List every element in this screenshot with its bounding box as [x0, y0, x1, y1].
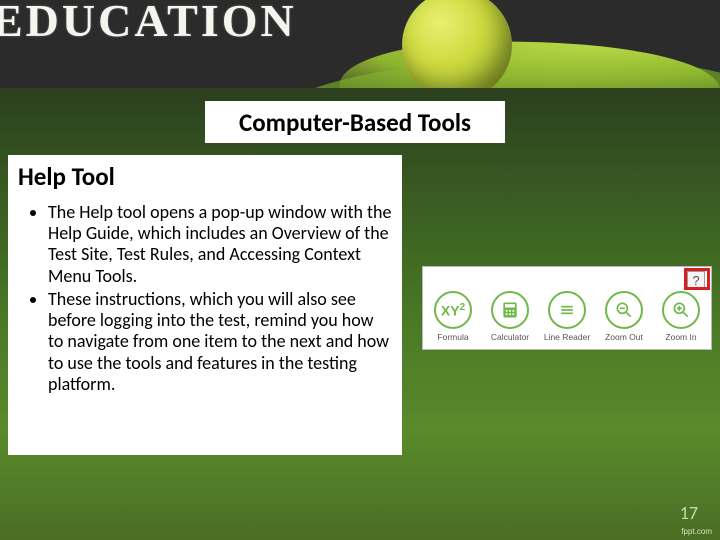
- tool-zoom-out[interactable]: Zoom Out: [600, 291, 648, 342]
- tool-linereader[interactable]: Line Reader: [543, 291, 591, 342]
- banner-swoosh-front: [339, 33, 720, 88]
- tool-label: Line Reader: [544, 332, 590, 342]
- banner-chalk-text: EDUCATION: [0, 0, 297, 47]
- tool-label: Zoom Out: [605, 332, 643, 342]
- page-number: 17: [680, 502, 698, 524]
- tool-label: Zoom In: [665, 332, 696, 342]
- footer-credit: fppt.com: [681, 527, 712, 536]
- slide-title: Computer-Based Tools: [239, 107, 471, 138]
- bullet-item: The Help tool opens a pop-up window with…: [48, 202, 392, 287]
- bullet-list: The Help tool opens a pop-up window with…: [18, 202, 392, 395]
- bullet-item: These instructions, which you will also …: [48, 289, 392, 395]
- zoom-in-icon: [662, 291, 700, 329]
- section-subheading: Help Tool: [18, 161, 392, 192]
- calculator-icon: [491, 291, 529, 329]
- toolbar-screenshot: ? XY2 Formula Calculator Line Reader Zoo…: [422, 266, 712, 350]
- tool-label: Formula: [437, 332, 468, 342]
- line-reader-icon: [548, 291, 586, 329]
- slide-title-box: Computer-Based Tools: [205, 101, 505, 143]
- slide-banner: EDUCATION: [0, 0, 720, 88]
- formula-icon: XY2: [434, 291, 472, 329]
- tool-label: Calculator: [491, 332, 529, 342]
- tool-calculator[interactable]: Calculator: [486, 291, 534, 342]
- tool-formula[interactable]: XY2 Formula: [429, 291, 477, 342]
- tool-zoom-in[interactable]: Zoom In: [657, 291, 705, 342]
- zoom-out-icon: [605, 291, 643, 329]
- apple-graphic: [402, 0, 512, 88]
- content-box: Help Tool The Help tool opens a pop-up w…: [8, 155, 402, 455]
- help-icon[interactable]: ?: [687, 271, 705, 289]
